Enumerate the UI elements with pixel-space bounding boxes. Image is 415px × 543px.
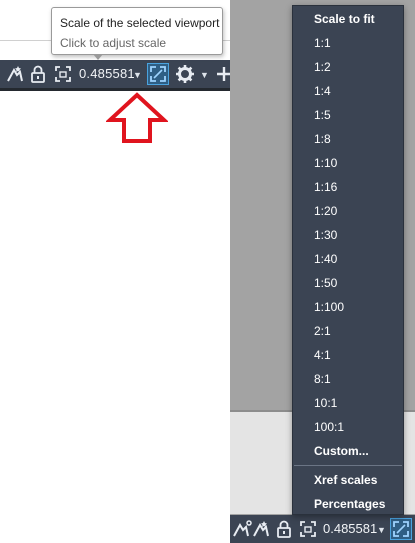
menu-item-100-1[interactable]: 100:1 bbox=[314, 420, 344, 434]
status-bar-edge bbox=[0, 88, 230, 91]
menu-item-1-50[interactable]: 1:50 bbox=[314, 276, 337, 290]
viewport-scale-value[interactable]: 0.485581 bbox=[323, 521, 377, 536]
menu-item-1-40[interactable]: 1:40 bbox=[314, 252, 337, 266]
menu-item-1-30[interactable]: 1:30 bbox=[314, 228, 337, 242]
annotation-scale-icon[interactable] bbox=[233, 519, 253, 539]
lock-icon[interactable] bbox=[274, 519, 294, 539]
viewport-scale-value[interactable]: 0.485581 bbox=[79, 66, 135, 81]
scale-selected-viewport-icon[interactable] bbox=[147, 63, 169, 85]
gear-icon[interactable] bbox=[175, 64, 195, 84]
menu-item-1-16[interactable]: 1:16 bbox=[314, 180, 337, 194]
tooltip-description: Click to adjust scale bbox=[60, 36, 167, 50]
menu-item-10-1[interactable]: 10:1 bbox=[314, 396, 337, 410]
annotation-visibility-icon[interactable] bbox=[5, 64, 25, 84]
tooltip-title: Scale of the selected viewport bbox=[60, 16, 220, 30]
menu-item-xref-scales[interactable]: Xref scales bbox=[314, 473, 377, 487]
menu-item-1-2[interactable]: 1:2 bbox=[314, 60, 331, 74]
menu-item-1-20[interactable]: 1:20 bbox=[314, 204, 337, 218]
plus-icon[interactable] bbox=[214, 64, 230, 84]
chevron-down-icon[interactable]: ▼ bbox=[377, 525, 386, 535]
scale-selected-viewport-icon[interactable] bbox=[390, 518, 412, 540]
annotation-visibility-icon[interactable] bbox=[251, 519, 271, 539]
menu-item-scale-to-fit[interactable]: Scale to fit bbox=[314, 12, 375, 26]
menu-item-custom[interactable]: Custom... bbox=[314, 444, 369, 458]
tooltip: Scale of the selected viewport Click to … bbox=[51, 7, 223, 55]
menu-item-percentages[interactable]: Percentages bbox=[314, 497, 385, 511]
lock-icon[interactable] bbox=[28, 64, 48, 84]
menu-item-1-8[interactable]: 1:8 bbox=[314, 132, 331, 146]
menu-item-1-5[interactable]: 1:5 bbox=[314, 108, 331, 122]
menu-item-1-1[interactable]: 1:1 bbox=[314, 36, 331, 50]
chevron-down-icon[interactable]: ▼ bbox=[133, 70, 142, 80]
menu-item-4-1[interactable]: 4:1 bbox=[314, 348, 331, 362]
scale-dropdown-menu: Scale to fit 1:1 1:2 1:4 1:5 1:8 1:10 1:… bbox=[292, 5, 404, 515]
maximize-viewport-icon[interactable] bbox=[53, 64, 73, 84]
menu-item-1-10[interactable]: 1:10 bbox=[314, 156, 337, 170]
maximize-viewport-icon[interactable] bbox=[298, 519, 318, 539]
menu-item-8-1[interactable]: 8:1 bbox=[314, 372, 331, 386]
menu-item-1-100[interactable]: 1:100 bbox=[314, 300, 344, 314]
menu-item-1-4[interactable]: 1:4 bbox=[314, 84, 331, 98]
menu-separator bbox=[294, 465, 402, 466]
left-drawing-area: 0.485581 ▼ ▼ Scale of the selected viewp… bbox=[0, 0, 230, 543]
red-arrow-annotation bbox=[106, 92, 168, 143]
menu-item-2-1[interactable]: 2:1 bbox=[314, 324, 331, 338]
tooltip-pointer bbox=[93, 54, 103, 60]
chevron-down-icon[interactable]: ▼ bbox=[200, 70, 209, 80]
